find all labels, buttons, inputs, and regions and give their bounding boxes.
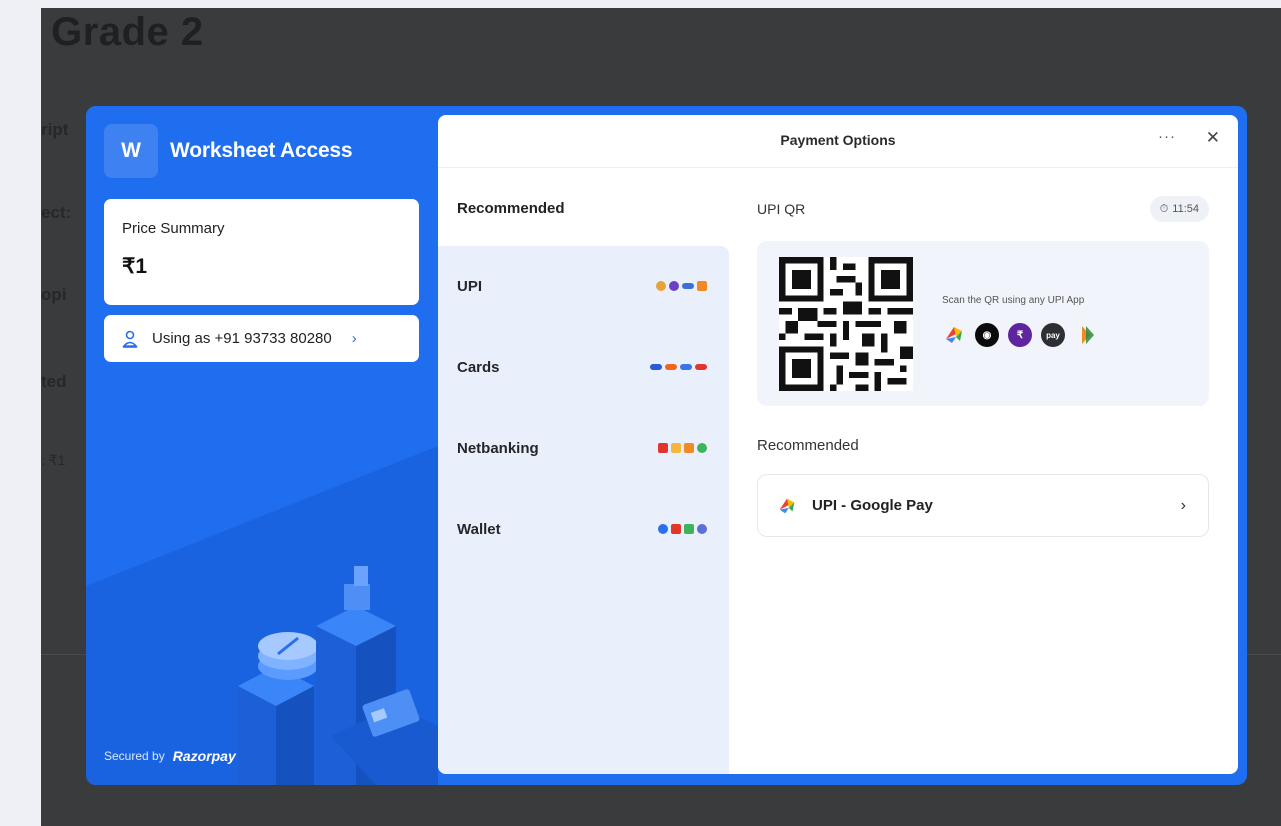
chevron-right-icon: ›: [1180, 496, 1186, 514]
secured-by-badge: Secured by Razorpay: [104, 748, 236, 764]
wallet-logos-icon: [658, 524, 707, 534]
bg-label: ript: [41, 120, 69, 139]
method-wallet[interactable]: Wallet: [438, 489, 729, 569]
brand-name: Worksheet Access: [170, 139, 353, 162]
more-options-button[interactable]: ···: [1158, 128, 1176, 145]
user-icon: [122, 330, 138, 348]
method-label: UPI: [457, 277, 483, 295]
phonepe-icon: ₹: [1008, 323, 1032, 347]
recommended-title: Recommended: [757, 437, 859, 454]
bg-label: ect:: [41, 203, 72, 222]
qr-code-image[interactable]: [779, 257, 913, 391]
timer-value: 11:54: [1172, 203, 1199, 215]
qr-timer: ⏱ 11:54: [1149, 196, 1209, 222]
page-heading: et Grade 2: [41, 10, 204, 54]
close-button[interactable]: ✕: [1206, 128, 1220, 148]
google-pay-icon: [779, 498, 795, 513]
payment-methods: Recommended UPI Cards Netbanking Wallet: [438, 168, 729, 774]
brand: W Worksheet Access: [104, 124, 353, 178]
card-networks-icon: [650, 364, 707, 370]
merchant-panel: W Worksheet Access Price Summary ₹1 Usin…: [86, 106, 438, 785]
qr-card: Scan the QR using any UPI App ◉ ₹ pay: [757, 241, 1209, 406]
price-amount: ₹1: [122, 255, 148, 278]
bg-label: ted: [41, 372, 67, 391]
bg-label: : ₹1: [41, 452, 66, 468]
method-upi[interactable]: UPI: [438, 246, 729, 326]
method-label: Wallet: [457, 520, 501, 538]
clock-icon: ⏱: [1159, 202, 1169, 215]
upi-apps-icon: [656, 281, 707, 291]
google-pay-icon: [946, 327, 962, 343]
qr-hint-text: Scan the QR using any UPI App: [942, 295, 1085, 306]
brand-logo: W: [104, 124, 158, 178]
isometric-illustration: [238, 566, 438, 785]
panel-title: Payment Options: [780, 132, 896, 148]
bhim-icon: [1082, 326, 1094, 344]
price-summary-card: Price Summary ₹1: [104, 199, 419, 305]
bg-label: opi: [41, 285, 67, 304]
method-label: Cards: [457, 358, 500, 376]
checkout-modal: W Worksheet Access Price Summary ₹1 Usin…: [86, 106, 1247, 785]
price-summary-label: Price Summary: [122, 220, 225, 237]
google-pay-label: UPI - Google Pay: [812, 497, 933, 514]
google-pay-option[interactable]: UPI - Google Pay ›: [757, 474, 1209, 537]
user-contact-button[interactable]: Using as +91 93733 80280 ›: [104, 315, 419, 362]
user-contact-text: Using as +91 93733 80280: [152, 330, 332, 347]
panel-header: Payment Options ··· ✕: [438, 115, 1238, 168]
paytm-icon: ◉: [975, 323, 999, 347]
methods-title: Recommended: [457, 200, 565, 217]
methods-list: UPI Cards Netbanking Wallet: [438, 246, 729, 774]
amazon-pay-icon: pay: [1041, 323, 1065, 347]
bank-logos-icon: [658, 443, 707, 453]
method-cards[interactable]: Cards: [438, 327, 729, 407]
upi-qr-title: UPI QR: [757, 201, 806, 217]
method-netbanking[interactable]: Netbanking: [438, 408, 729, 488]
payment-options-panel: Payment Options ··· ✕ Recommended UPI Ca…: [438, 115, 1238, 774]
secured-by-text: Secured by: [104, 749, 165, 763]
chevron-right-icon: ›: [351, 330, 357, 347]
upi-apps-row: ◉ ₹ pay: [942, 323, 1098, 347]
razorpay-logo: Razorpay: [172, 748, 236, 764]
method-label: Netbanking: [457, 439, 539, 457]
